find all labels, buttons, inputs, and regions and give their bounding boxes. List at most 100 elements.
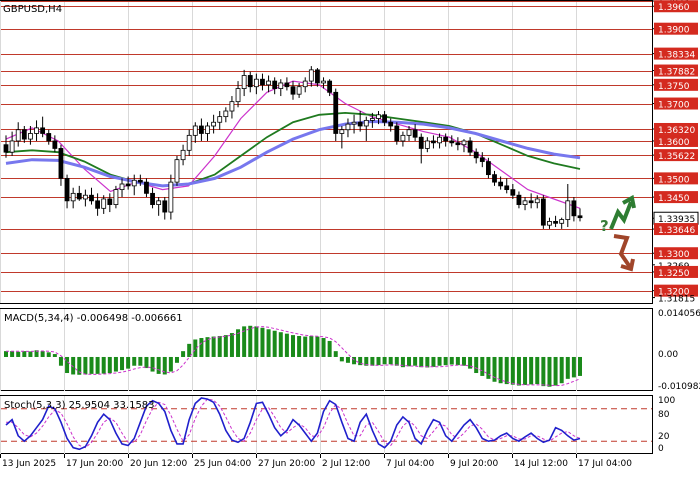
macd-bar: [443, 356, 448, 366]
candle-body: [479, 157, 485, 162]
time-label: 17 Jun 20:00: [66, 459, 123, 469]
macd-bar: [248, 325, 253, 357]
time-label: 13 Jun 2025: [2, 459, 56, 469]
macd-bar: [339, 356, 344, 362]
candle-body: [376, 114, 381, 119]
candle-body: [119, 183, 125, 191]
stoch-panel: 100 80 20 0 Stoch(5,3,3) 25.9504 33.1583: [0, 395, 675, 454]
macd-bar: [229, 333, 234, 357]
candle-body: [565, 200, 571, 220]
macd-bar: [437, 356, 442, 366]
macd-bar: [291, 335, 295, 357]
level-price-label: 1.37882: [658, 68, 695, 78]
candle-body: [211, 121, 217, 127]
candle-body: [461, 140, 467, 146]
macd-bar: [58, 356, 63, 366]
macd-bar: [101, 356, 106, 374]
candle-body: [101, 198, 107, 209]
candle-body: [52, 140, 58, 149]
macd-bar: [376, 356, 381, 366]
macd-bar: [388, 356, 393, 365]
candle-body: [272, 80, 278, 89]
macd-bar: [260, 327, 265, 357]
candle-body: [443, 136, 449, 142]
macd-bar: [138, 356, 143, 366]
price-panel: 1.39741.39601.39001.383341.378821.37501.…: [0, 0, 699, 305]
candle-body: [174, 159, 180, 183]
candle-body: [58, 148, 64, 179]
candle-body: [412, 129, 418, 138]
time-label: 2 Jul 12:00: [322, 459, 371, 469]
candle-body: [327, 80, 333, 93]
candle-body: [199, 125, 204, 134]
candle-body: [89, 194, 94, 202]
time-label: 9 Jul 20:00: [450, 459, 499, 469]
candle-body: [21, 129, 27, 140]
candle-body: [540, 198, 546, 226]
macd-bar: [523, 356, 528, 385]
macd-bar: [315, 336, 320, 357]
candle-body: [424, 140, 430, 149]
candle-body: [253, 78, 259, 88]
candle-body: [498, 181, 504, 187]
macd-bar: [492, 356, 497, 382]
time-label: 20 Jun 12:00: [130, 459, 187, 469]
macd-panel: 0.014056 0.00 -0.010982 MACD(5,34,4) -0.00…: [0, 308, 700, 392]
candle-body: [15, 129, 21, 142]
candle-body: [418, 136, 424, 149]
macd-bar: [126, 356, 131, 369]
candle-body: [278, 82, 284, 89]
macd-bar: [217, 335, 222, 357]
candle-body: [260, 78, 265, 86]
macd-bar: [254, 326, 259, 357]
candle-body: [156, 200, 162, 205]
level-price-label: 1.3960: [658, 3, 690, 13]
candle-body: [223, 110, 229, 118]
macd-bar: [28, 351, 33, 357]
candle-body: [577, 215, 583, 219]
candle-body: [137, 179, 143, 183]
candle-body: [400, 134, 406, 142]
macd-bar: [504, 356, 509, 385]
macd-bar: [321, 338, 326, 357]
candle-body: [180, 149, 186, 161]
macd-bar: [486, 356, 491, 379]
candle-body: [406, 129, 412, 136]
candle-body: [504, 185, 510, 191]
macd-bar: [181, 351, 186, 357]
macd-bar: [571, 356, 576, 378]
time-axis: 13 Jun 2025 17 Jun 20:00 20 Jun 12:00 25 Ju…: [0, 454, 632, 469]
candle-body: [192, 125, 198, 136]
candle-body: [302, 80, 308, 88]
candle-body: [76, 192, 82, 200]
macd-axis-label: -0.010982: [658, 382, 700, 392]
macd-bar: [199, 338, 204, 357]
macd-bar: [272, 330, 277, 357]
macd-bar: [553, 356, 558, 386]
candle-body: [534, 198, 540, 204]
price-panel-frame: [0, 0, 653, 304]
candle-body: [241, 75, 247, 89]
macd-bar: [382, 356, 387, 365]
candle-body: [144, 181, 149, 194]
candle-body: [125, 183, 131, 187]
candle-body: [571, 200, 577, 217]
macd-bar: [480, 356, 485, 376]
macd-bar: [547, 356, 552, 387]
candle-body: [247, 75, 253, 88]
candle-body: [46, 133, 52, 142]
level-price-label: 1.3700: [658, 101, 690, 111]
candle-body: [351, 121, 357, 125]
macd-bar: [565, 356, 570, 379]
time-label: 17 Jul 04:00: [578, 459, 632, 469]
macd-bar: [333, 351, 338, 357]
candle-body: [315, 69, 320, 84]
time-label: 27 Jun 20:00: [258, 459, 315, 469]
stoch-axis: 100 80 20 0: [658, 396, 675, 454]
candle-body: [9, 140, 15, 153]
macd-bar: [40, 351, 45, 357]
level-price-label: 1.36320: [658, 126, 695, 136]
time-label: 14 Jul 12:00: [514, 459, 568, 469]
candle-body: [3, 144, 9, 153]
stoch-title: Stoch(5,3,3) 25.9504 33.1583: [4, 400, 155, 411]
